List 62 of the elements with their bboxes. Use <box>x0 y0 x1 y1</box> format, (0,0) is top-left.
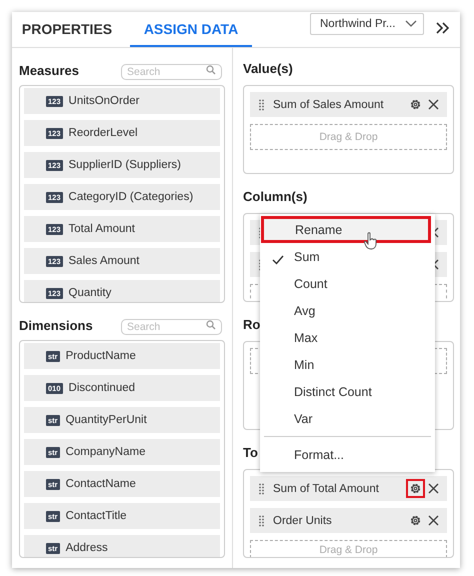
menu-item[interactable]: Sum <box>260 243 431 270</box>
field-chip[interactable]: Sum of Total Amount <box>250 476 447 501</box>
hand-cursor-icon <box>364 232 378 250</box>
search-field[interactable]: Search <box>121 64 222 80</box>
close-icon[interactable] <box>428 515 439 526</box>
section-title: To <box>243 444 258 462</box>
search-field[interactable]: Search <box>121 319 222 335</box>
section-title: Column(s) <box>243 188 308 206</box>
datasource-dropdown[interactable]: Northwind Pr... <box>310 13 424 35</box>
menu-item-label: Min <box>294 358 314 372</box>
search-icon <box>206 320 216 330</box>
field-name: QuantityPerUnit <box>66 414 147 426</box>
field-name: Total Amount <box>68 223 135 235</box>
field-name: ProductName <box>66 350 136 362</box>
menu-item[interactable]: Var <box>260 405 431 432</box>
menu-item-label: Var <box>294 412 313 426</box>
menu-item-label: Avg <box>294 304 316 318</box>
tab[interactable]: ASSIGN DATA <box>130 12 252 47</box>
drop-hint: Drag & Drop <box>319 544 378 556</box>
chevron-down-icon <box>405 20 417 28</box>
field-name: Sales Amount <box>68 255 140 267</box>
menu-item[interactable]: Max <box>260 324 431 351</box>
grip-icon[interactable] <box>259 98 264 110</box>
chip-label: Sum of Sales Amount <box>273 98 385 110</box>
field-name: ReorderLevel <box>68 127 138 139</box>
close-icon[interactable] <box>428 99 439 110</box>
section-title: Dimensions <box>19 318 93 332</box>
search-icon <box>206 65 216 75</box>
close-icon[interactable] <box>428 483 439 494</box>
menu-item[interactable]: Distinct Count <box>260 378 431 405</box>
menu-item[interactable]: Min <box>260 351 431 378</box>
menu-item-label: Rename <box>295 222 342 236</box>
chip-label: Order Units <box>273 514 333 526</box>
menu-item[interactable]: Format... <box>260 441 431 468</box>
menu-item[interactable]: Avg <box>260 297 431 324</box>
field-name: Quantity <box>68 287 112 299</box>
field-chip[interactable]: Sum of Sales Amount <box>250 92 447 117</box>
field-name: CategoryID (Categories) <box>68 191 194 203</box>
section-title: Value(s) <box>243 60 293 78</box>
menu-item-label: Count <box>294 276 328 290</box>
field-name: Address <box>66 542 108 554</box>
field-chip[interactable]: Order Units <box>250 508 447 533</box>
field-name: Discontinued <box>68 382 135 394</box>
double-chevron-icon[interactable] <box>436 22 450 34</box>
menu-item-label: Distinct Count <box>294 384 372 398</box>
tab[interactable]: PROPERTIES <box>12 12 122 47</box>
menu-item-label: Format... <box>294 448 344 462</box>
section-title: Ro <box>243 316 260 334</box>
field-name: ContactTitle <box>66 510 127 522</box>
grip-icon[interactable] <box>259 482 264 494</box>
menu-item-label: Max <box>294 330 318 344</box>
settings-icon[interactable] <box>406 479 425 498</box>
section-title: Measures <box>19 62 79 78</box>
drop-hint: Drag & Drop <box>319 131 378 143</box>
field-name: CompanyName <box>66 446 146 458</box>
menu-item[interactable]: Count <box>260 270 431 297</box>
menu-item-label: Sum <box>294 250 320 264</box>
field-name: ContactName <box>66 478 136 490</box>
field-name: SupplierID (Suppliers) <box>68 159 182 171</box>
field-name: UnitsOnOrder <box>68 95 140 107</box>
grip-icon[interactable] <box>259 514 264 526</box>
chip-label: Sum of Total Amount <box>273 482 380 494</box>
